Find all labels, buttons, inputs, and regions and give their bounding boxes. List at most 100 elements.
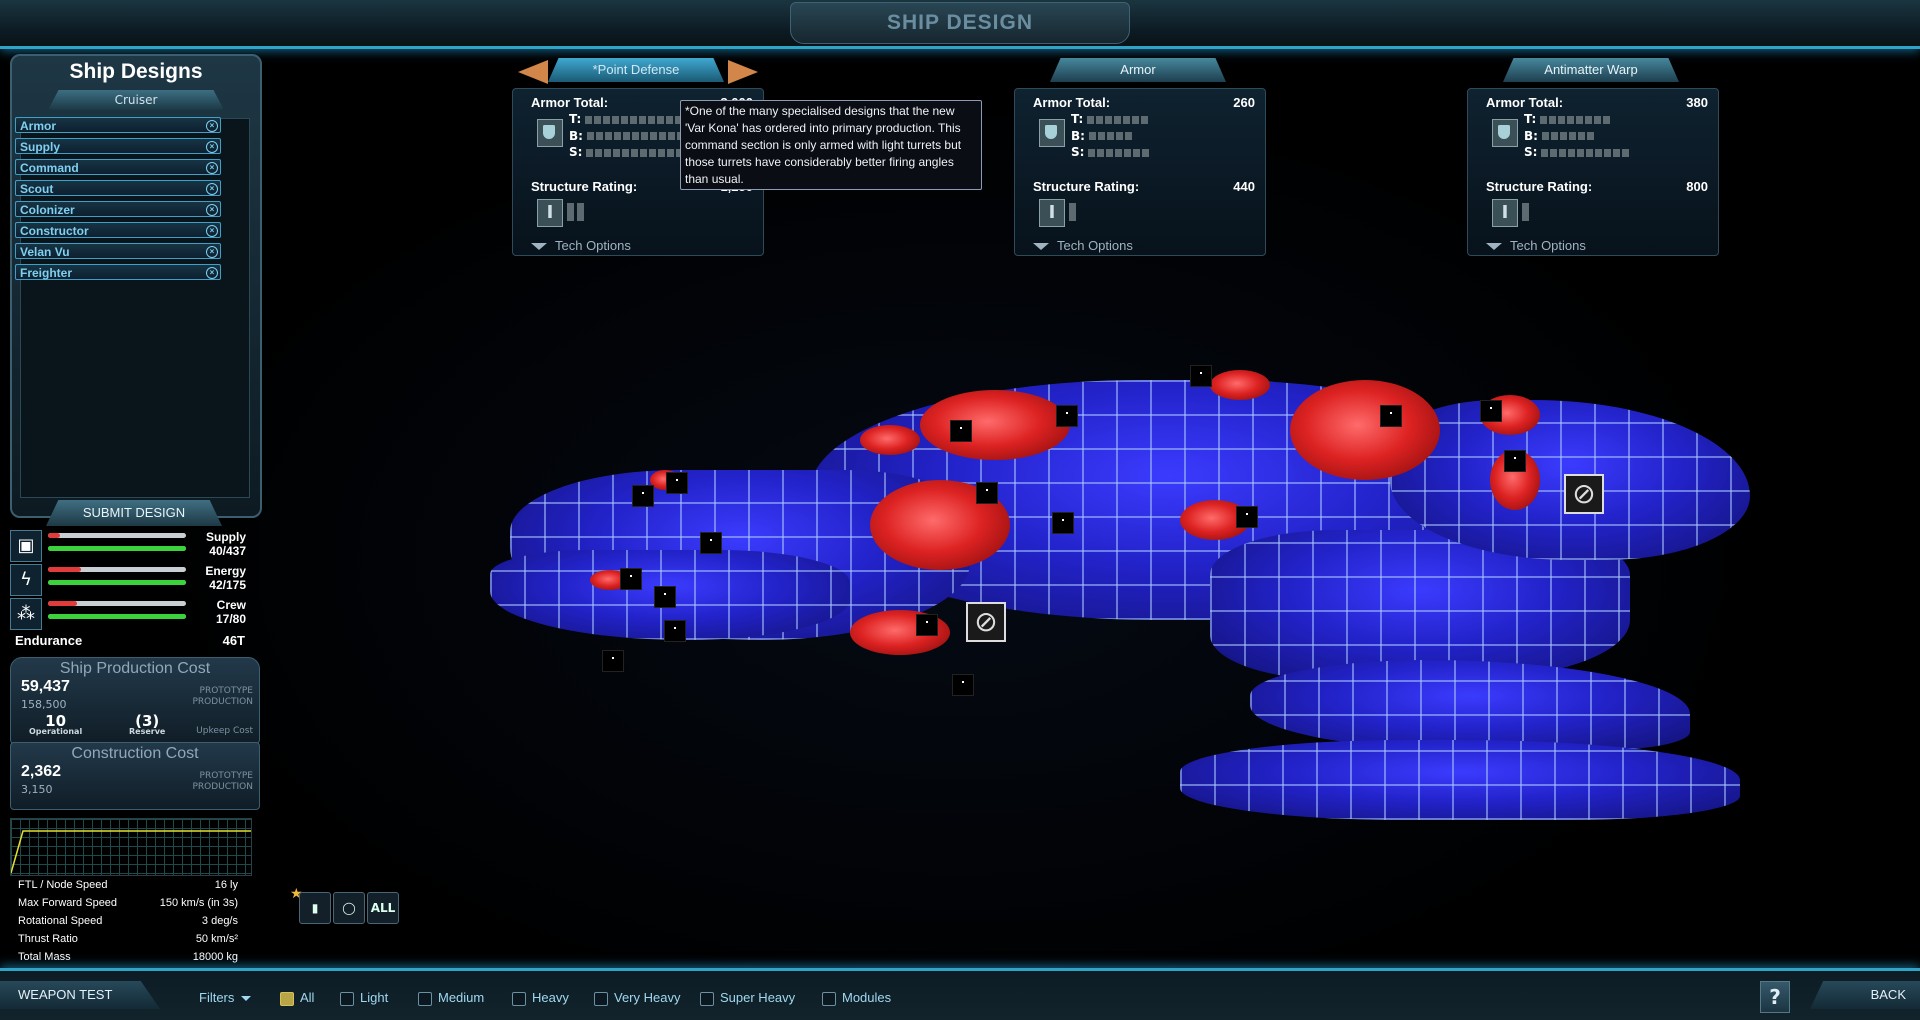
structure-icon	[1039, 199, 1065, 227]
delete-design-icon[interactable]: ×	[206, 141, 218, 153]
ship-model-view[interactable]: ⊘ ⊘	[490, 360, 1790, 840]
class-tab-cruiser[interactable]: Cruiser	[48, 90, 224, 110]
delete-design-icon[interactable]: ×	[206, 246, 218, 258]
filter-checkbox[interactable]: Super Heavy	[700, 990, 795, 1006]
chevron-down-icon	[531, 243, 547, 251]
checkbox-icon[interactable]	[280, 991, 294, 1006]
stat-row: FTL / Node Speed 16 ly	[18, 876, 238, 894]
hardpoint-slot[interactable]	[1504, 450, 1526, 472]
hardpoint-slot[interactable]	[1190, 365, 1212, 387]
design-item[interactable]: Freighter ×	[15, 264, 221, 280]
checkbox-icon[interactable]	[340, 991, 354, 1006]
section-body: Armor Total: 260 T: B: S: Structure Ratin…	[1014, 88, 1266, 256]
filter-checkbox[interactable]: Very Heavy	[594, 990, 680, 1006]
hardpoint-slot[interactable]	[976, 482, 998, 504]
design-item[interactable]: Armor ×	[15, 117, 221, 133]
tech-options-toggle[interactable]: Tech Options	[531, 238, 631, 253]
missile-weapon-filter-icon[interactable]: ▮	[299, 892, 331, 924]
armor-total-label: Armor Total:	[1486, 95, 1564, 110]
checkbox-icon[interactable]	[594, 991, 608, 1006]
delete-design-icon[interactable]: ×	[206, 225, 218, 237]
b-label: B:	[1071, 128, 1085, 143]
proto-label: PROTOTYPE	[199, 686, 253, 696]
hardpoint-slot[interactable]	[602, 650, 624, 672]
tech-options-toggle[interactable]: Tech Options	[1486, 238, 1586, 253]
submit-design-button[interactable]: SUBMIT DESIGN	[46, 500, 222, 526]
filter-checkbox[interactable]: Heavy	[512, 990, 569, 1006]
hardpoint-slot[interactable]	[1236, 506, 1258, 528]
energy-label: Energy	[205, 564, 246, 578]
delete-design-icon[interactable]: ×	[206, 267, 218, 279]
next-section-arrow-icon[interactable]	[728, 60, 758, 84]
weapon-test-button[interactable]: WEAPON TEST	[0, 981, 160, 1009]
structure-rating-label: Structure Rating:	[531, 179, 638, 194]
beam-ring-filter-icon[interactable]: ◯	[333, 892, 365, 924]
hardpoint-slot[interactable]	[664, 620, 686, 642]
delete-design-icon[interactable]: ×	[206, 120, 218, 132]
hardpoint-slot[interactable]	[950, 420, 972, 442]
checkbox-icon[interactable]	[418, 991, 432, 1006]
checkbox-icon[interactable]	[700, 991, 714, 1006]
design-item[interactable]: Scout ×	[15, 180, 221, 196]
tech-options-toggle[interactable]: Tech Options	[1033, 238, 1133, 253]
design-item[interactable]: Constructor ×	[15, 222, 221, 238]
hardpoint-slot[interactable]	[632, 485, 654, 507]
operational-block: 10 Operational	[29, 712, 82, 736]
section-panel: Antimatter Warp Armor Total: 380 T: B: S: …	[1467, 58, 1719, 256]
armor-tbs: T: B: S:	[1071, 111, 1151, 161]
filters-dropdown[interactable]: Filters	[199, 990, 252, 1005]
endurance-row: Endurance 46T	[15, 633, 245, 648]
hardpoint-slot[interactable]	[654, 586, 676, 608]
hardpoint-slot[interactable]	[1480, 400, 1502, 422]
design-item[interactable]: Supply ×	[15, 138, 221, 154]
t-pips	[1540, 112, 1612, 128]
stat-row: Thrust Ratio 50 km/s²	[18, 930, 238, 948]
hardpoint-slot[interactable]	[1052, 512, 1074, 534]
design-item[interactable]: Colonizer ×	[15, 201, 221, 217]
hardpoint-slot[interactable]	[620, 568, 642, 590]
structure-pip	[577, 203, 584, 221]
hardpoint-slot[interactable]	[666, 472, 688, 494]
section-tab[interactable]: Antimatter Warp	[1503, 58, 1679, 82]
hardpoint-slot[interactable]	[700, 532, 722, 554]
prev-section-arrow-icon[interactable]	[518, 60, 548, 84]
turret	[1290, 380, 1440, 480]
delete-design-icon[interactable]: ×	[206, 183, 218, 195]
tech-options-label: Tech Options	[555, 238, 631, 253]
b-pips	[1088, 128, 1134, 144]
structure-rating-value: 440	[1233, 179, 1255, 194]
hardpoint-slot[interactable]	[1380, 405, 1402, 427]
structure-pip	[1069, 203, 1076, 221]
hardpoint-slot[interactable]	[1056, 405, 1078, 427]
design-item[interactable]: Command ×	[15, 159, 221, 175]
ship-stats: FTL / Node Speed 16 ly Max Forward Speed 15…	[18, 876, 238, 966]
crew-label: Crew	[216, 598, 246, 612]
crew-value: 17/80	[215, 612, 246, 626]
filter-checkbox[interactable]: Light	[340, 990, 388, 1006]
filter-label: Very Heavy	[614, 990, 681, 1005]
design-item[interactable]: Velan Vu ×	[15, 243, 221, 259]
hardpoint-slot[interactable]	[916, 614, 938, 636]
structure-icon	[1492, 199, 1518, 227]
filter-checkbox[interactable]: Medium	[418, 990, 484, 1006]
section-tab[interactable]: Armor	[1050, 58, 1226, 82]
filter-checkbox[interactable]: All	[280, 990, 314, 1006]
crew-usage-bar	[48, 601, 186, 606]
all-weapons-filter-button[interactable]: ALL	[367, 892, 399, 924]
t-pips	[585, 112, 693, 128]
hardpoint-slot[interactable]	[952, 674, 974, 696]
checkbox-icon[interactable]	[822, 991, 836, 1006]
back-button[interactable]: BACK	[1810, 981, 1920, 1009]
s-pips	[1541, 145, 1631, 161]
checkbox-icon[interactable]	[512, 991, 526, 1006]
section-tab[interactable]: *Point Defense	[548, 58, 724, 82]
help-button[interactable]: ?	[1760, 981, 1790, 1013]
construction-cost-title: Construction Cost	[71, 745, 199, 762]
stat-label: Thrust Ratio	[18, 933, 78, 945]
turret	[860, 425, 920, 455]
filter-checkbox[interactable]: Modules	[822, 990, 891, 1006]
filters-label: Filters	[199, 990, 235, 1005]
b-label: B:	[569, 128, 583, 143]
delete-design-icon[interactable]: ×	[206, 162, 218, 174]
delete-design-icon[interactable]: ×	[206, 204, 218, 216]
